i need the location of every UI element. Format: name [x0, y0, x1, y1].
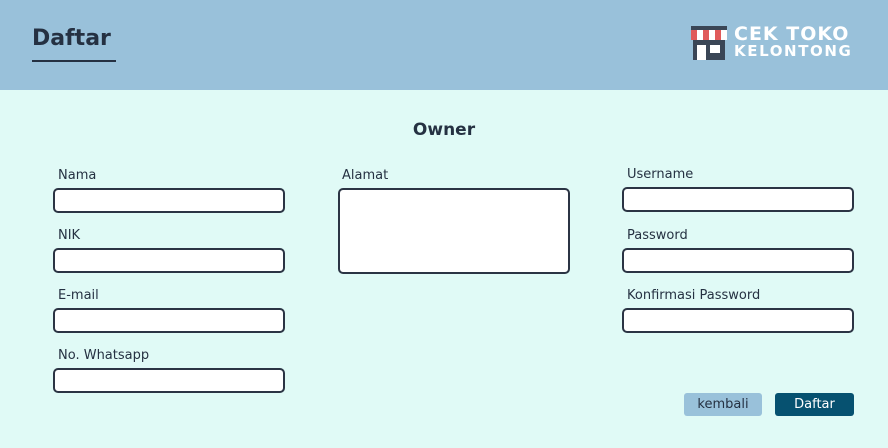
- nik-input[interactable]: [53, 248, 285, 273]
- brand-line-2: KELONTONG: [734, 42, 853, 60]
- store-icon: [691, 26, 727, 60]
- konfirmasi-password-input[interactable]: [622, 308, 854, 333]
- email-label: E-mail: [58, 288, 99, 303]
- nama-label: Nama: [58, 168, 97, 183]
- daftar-button[interactable]: Daftar: [775, 393, 854, 416]
- password-input[interactable]: [622, 248, 854, 273]
- alamat-label: Alamat: [342, 168, 389, 183]
- brand-wordmark: CEK TOKO KELONTONG: [734, 23, 853, 60]
- nama-input[interactable]: [53, 188, 285, 213]
- page-title: Daftar: [32, 26, 111, 51]
- app-header: Daftar CEK TOKO KELONTONG: [0, 0, 888, 90]
- username-input[interactable]: [622, 187, 854, 212]
- title-underline: [32, 60, 116, 62]
- brand-logo: CEK TOKO KELONTONG: [690, 24, 852, 62]
- whatsapp-input[interactable]: [53, 368, 285, 393]
- whatsapp-label: No. Whatsapp: [58, 348, 150, 363]
- section-title: Owner: [412, 120, 476, 140]
- password-label: Password: [627, 228, 688, 243]
- email-input[interactable]: [53, 308, 285, 333]
- brand-line-1: CEK TOKO: [734, 23, 850, 45]
- alamat-textarea[interactable]: [338, 188, 570, 274]
- konfirmasi-password-label: Konfirmasi Password: [627, 288, 761, 303]
- kembali-button[interactable]: kembali: [684, 393, 762, 416]
- username-label: Username: [627, 167, 694, 182]
- nik-label: NIK: [58, 228, 81, 243]
